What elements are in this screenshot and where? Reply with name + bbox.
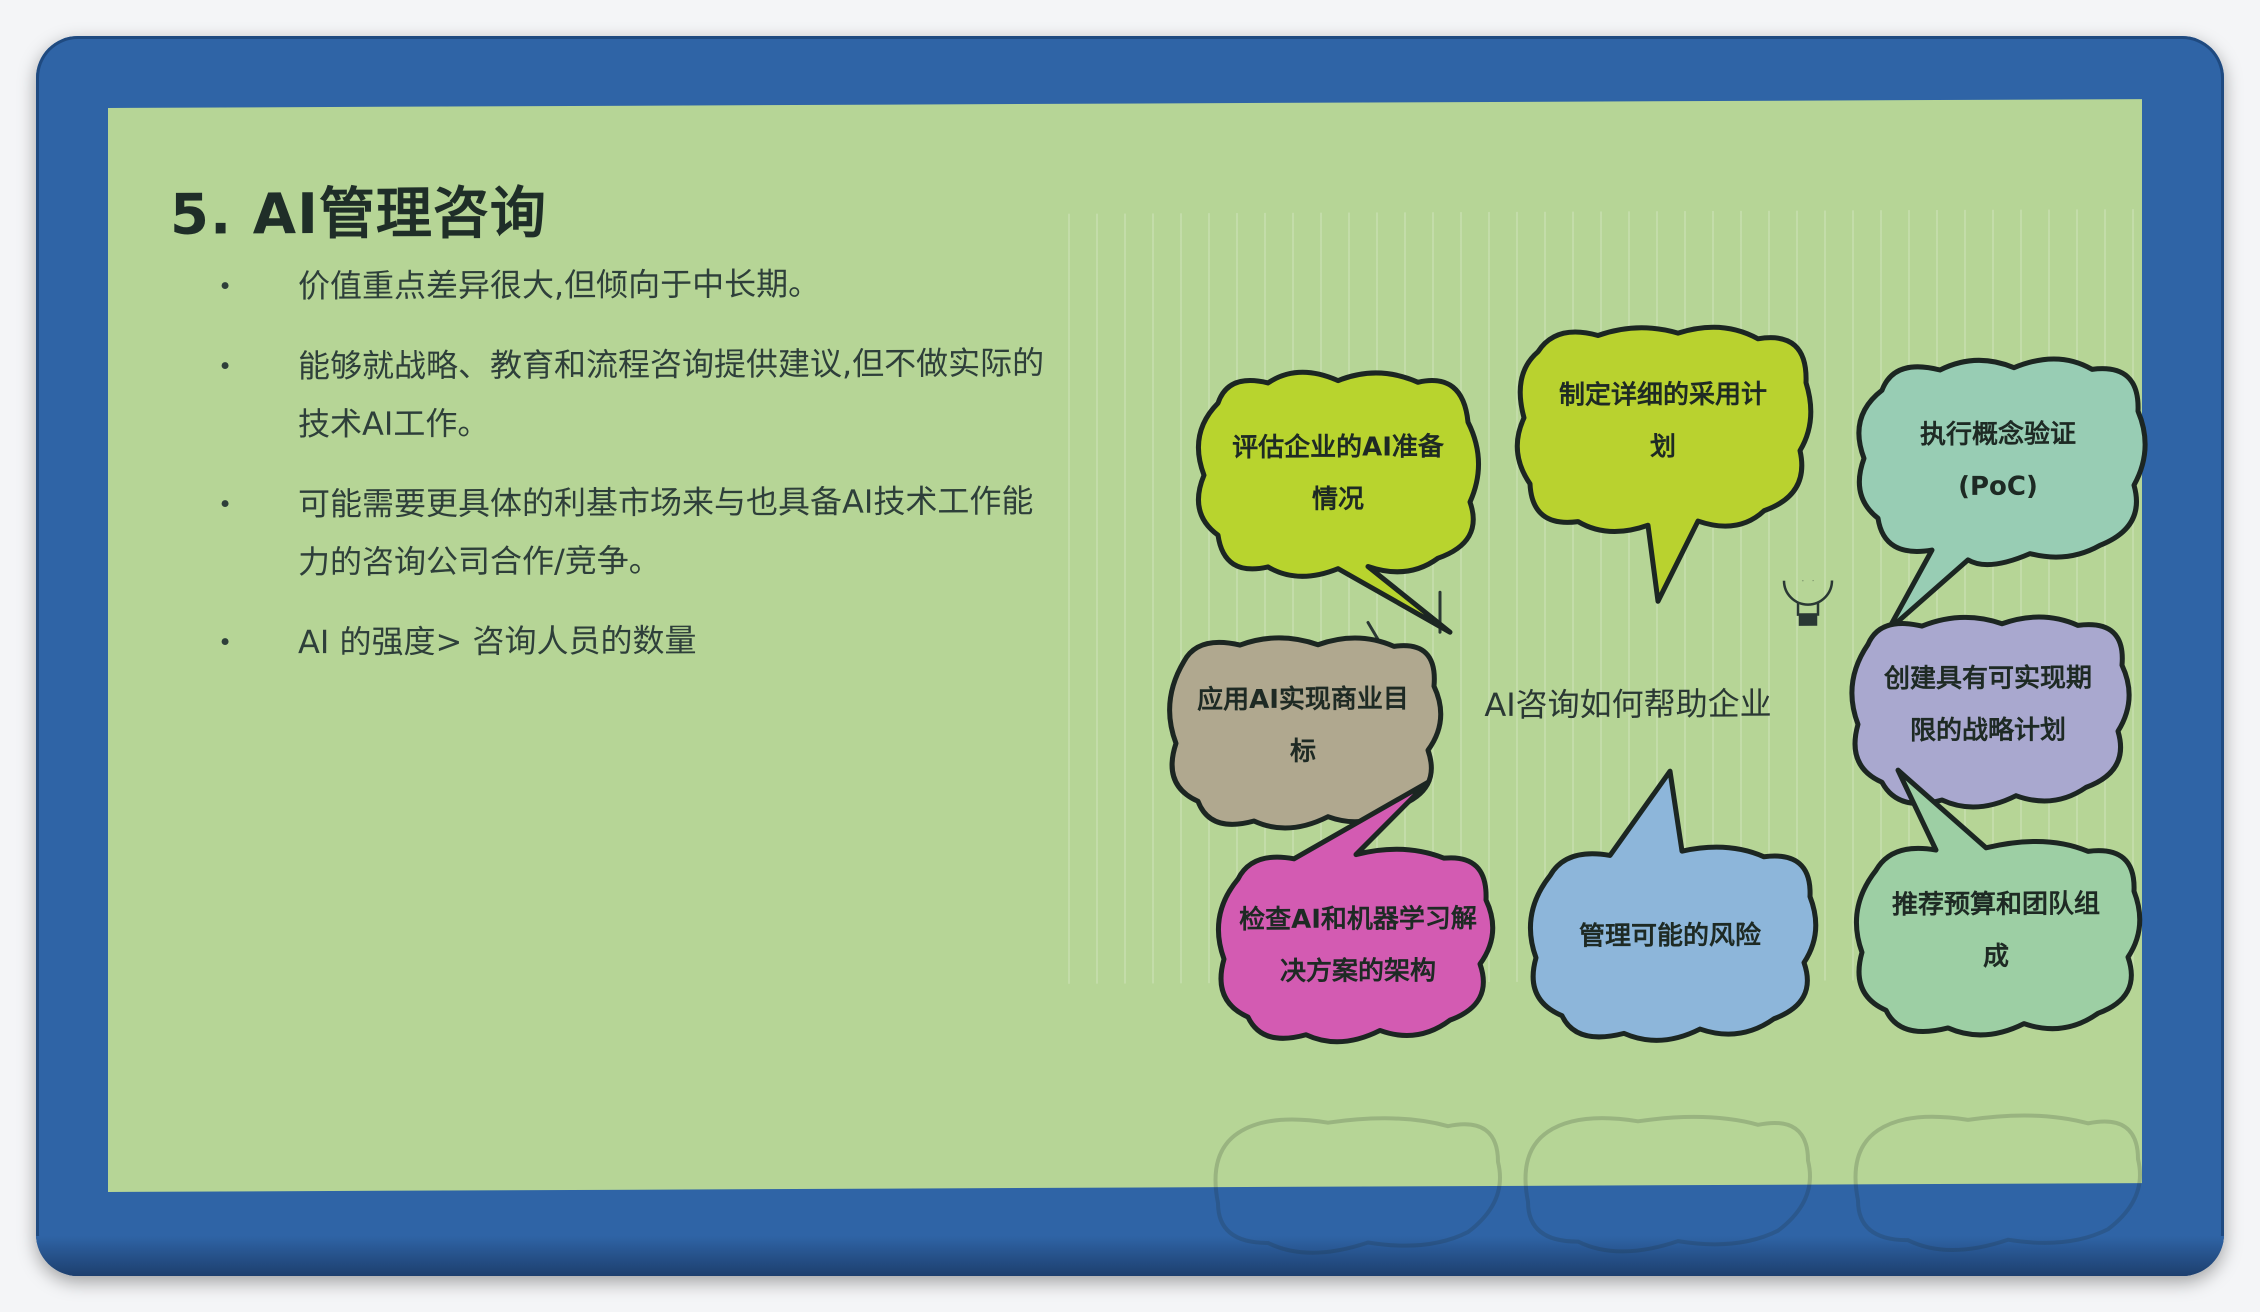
bullet-item: • 价值重点差异很大,但倾向于中长期。	[170, 254, 1070, 316]
bullet-text: 可能需要更具体的利基市场来与也具备AI技术工作能力的咨询公司合作/竞争。	[298, 481, 1034, 582]
bubble-label: 管理可能的风险	[1578, 920, 1761, 952]
bullet-marker: •	[218, 272, 233, 301]
bubble-label: 检查AI和机器学习解决方案的架构	[1239, 904, 1477, 987]
bullet-marker: •	[218, 628, 233, 657]
slide-title: 5. AI管理咨询	[170, 181, 547, 248]
bullet-item: • 可能需要更具体的利基市场来与也具备AI技术工作能力的咨询公司合作/竞争。	[170, 472, 1070, 592]
bubble-adoption-plan: 制定详细的采用计划	[1508, 321, 1818, 622]
slide: 5. AI管理咨询 • 价值重点差异很大,但倾向于中长期。 • 能够就战略、教育…	[108, 99, 2148, 1255]
bubble-label: 创建具有可实现期限的战略计划	[1883, 663, 2092, 747]
bullet-item: • AI 的强度> 咨询人员的数量	[170, 610, 1070, 672]
bubble-risks: 管理可能的风险	[1520, 768, 1820, 1052]
speech-bubble-diagram: AI咨询如何帮助企业 评估企业的AI准备情况 制定详细的采用计划 执行概念验证(…	[1068, 209, 2148, 1255]
bubble-label: 应用AI实现商业目标	[1197, 684, 1409, 767]
bubble-label: 推荐预算和团队组成	[1891, 889, 2100, 972]
bubble-ai-readiness: 评估企业的AI准备情况	[1188, 362, 1488, 635]
bubble-ml-architecture: 检查AI和机器学习解决方案的架构	[1208, 779, 1498, 1053]
bullet-marker: •	[218, 352, 233, 381]
bullet-marker: •	[218, 490, 233, 519]
bubble-label: 评估企业的AI准备情况	[1232, 432, 1444, 515]
bubble-budget-team: 推荐预算和团队组成	[1846, 767, 2146, 1050]
bubble-label: 制定详细的采用计划	[1558, 379, 1767, 463]
bullet-text: 能够就战略、教育和流程咨询提供建议,但不做实际的技术AI工作。	[298, 343, 1045, 444]
bullet-item: • 能够就战略、教育和流程咨询提供建议,但不做实际的技术AI工作。	[170, 334, 1070, 454]
projector-screen-frame: 5. AI管理咨询 • 价值重点差异很大,但倾向于中长期。 • 能够就战略、教育…	[36, 36, 2224, 1276]
bubble-reflection	[1213, 1113, 2142, 1255]
bullet-text: 价值重点差异很大,但倾向于中长期。	[298, 264, 821, 306]
bubble-poc: 执行概念验证(PoC)	[1848, 349, 2148, 633]
bubble-label: 执行概念验证(PoC)	[1919, 419, 2076, 502]
bullet-list: • 价值重点差异很大,但倾向于中长期。 • 能够就战略、教育和流程咨询提供建议,…	[170, 254, 1070, 694]
diagram-center-text: AI咨询如何帮助企业	[1484, 684, 1772, 724]
bullet-text: AI 的强度> 咨询人员的数量	[298, 621, 697, 662]
